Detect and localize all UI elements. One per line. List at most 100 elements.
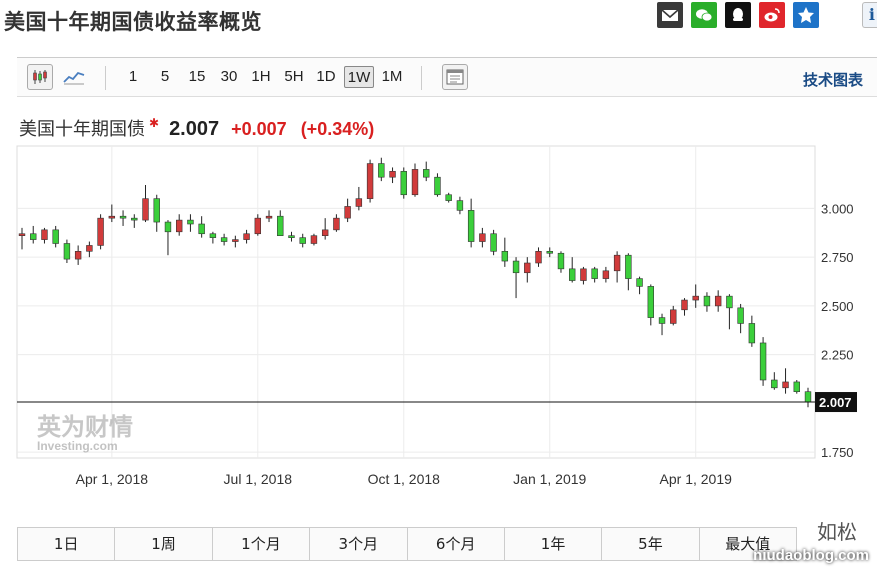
candle-body (288, 235, 295, 238)
line-chart-icon[interactable] (61, 64, 87, 90)
candle-body (591, 268, 598, 279)
weibo-icon[interactable] (759, 2, 785, 28)
mail-icon[interactable] (657, 2, 683, 28)
candle-body (243, 233, 250, 240)
candle-body (220, 237, 228, 242)
candle-body (299, 237, 306, 244)
candle-body (703, 295, 711, 307)
timeframe-1w[interactable]: 1W (344, 66, 374, 88)
watermark-site: niudaoblog.com (753, 547, 869, 564)
candle-body (265, 215, 273, 219)
timeframe-15[interactable]: 15 (185, 66, 209, 88)
wechat-icon[interactable] (691, 2, 717, 28)
timeframe-5[interactable]: 5 (157, 66, 173, 88)
candle-body (580, 268, 587, 281)
tech-chart-link[interactable]: 技术图表 (803, 69, 863, 90)
candle-body (793, 381, 800, 392)
period-1m[interactable]: 1个月 (212, 528, 311, 560)
candle-body (490, 233, 497, 252)
candle-body (119, 215, 127, 219)
x-tick-label: Jul 1, 2018 (224, 471, 293, 487)
candle-body (378, 163, 385, 178)
candle-body (164, 221, 172, 233)
x-tick-label: Apr 1, 2019 (660, 471, 733, 487)
toolbar-divider (421, 66, 422, 90)
candle-body (142, 198, 149, 221)
candle-body (602, 270, 610, 279)
candle-body (467, 210, 475, 242)
timeframe-1[interactable]: 1 (125, 66, 141, 88)
candle-body (108, 215, 116, 219)
candle-body (759, 342, 767, 381)
timeframe-5h[interactable]: 5H (281, 66, 307, 88)
period-selector: 1日 1周 1个月 3个月 6个月 1年 5年 最大值 (17, 527, 797, 561)
candle-body (41, 229, 48, 240)
candle-body (18, 233, 26, 237)
candle-body (771, 379, 778, 389)
candle-body (400, 171, 407, 196)
timeframe-30[interactable]: 30 (217, 66, 241, 88)
candle-body (232, 239, 239, 242)
candlestick-chart[interactable]: 3.000 2.750 2.500 2.250 1.750 Apr 1, 2018 Jul … (0, 140, 877, 500)
candle-body (344, 206, 351, 219)
candle-body (310, 235, 318, 244)
watermark-author: 如松 (817, 520, 857, 544)
candle-body (423, 169, 430, 178)
period-1d[interactable]: 1日 (18, 528, 116, 560)
price-change-percent: (+0.34%) (300, 119, 375, 139)
quote-line: 美国十年期国债 ✱ 2.007 +0.007 (+0.34%) (19, 115, 375, 141)
candle-body (254, 217, 261, 235)
timeframe-1h[interactable]: 1H (249, 66, 273, 88)
candle-body (176, 219, 183, 233)
chart-watermark-sub: Investing.com (37, 439, 118, 453)
timeframe-1m[interactable]: 1M (379, 66, 405, 88)
chart-settings-icon[interactable] (442, 64, 468, 90)
candle-body (714, 295, 722, 307)
candle-body (748, 323, 756, 344)
y-tick-label: 2.750 (821, 250, 854, 265)
price-change: +0.007 (231, 119, 287, 139)
timeframe-1d[interactable]: 1D (313, 66, 339, 88)
instrument-name[interactable]: 美国十年期国债 (19, 115, 145, 141)
candle-body (557, 252, 565, 270)
period-1w[interactable]: 1周 (115, 528, 213, 560)
candle-body (411, 169, 419, 196)
candlestick-icon[interactable] (27, 64, 53, 90)
candle-body (512, 260, 520, 274)
candle-body (333, 217, 340, 231)
qzone-icon[interactable] (793, 2, 819, 28)
candle-body (670, 309, 677, 324)
page-title: 美国十年期国债收益率概览 (4, 10, 262, 34)
candle-body (692, 295, 699, 301)
candle-body (726, 295, 733, 309)
chart-watermark-brand: 英为财情 (37, 413, 133, 441)
share-bar (657, 2, 819, 28)
candle-body (86, 245, 93, 252)
candle-body (97, 217, 104, 246)
candle-body (647, 286, 655, 318)
candle-body (389, 171, 396, 178)
candle-body (681, 299, 688, 311)
x-tick-label: Jan 1, 2019 (513, 471, 586, 487)
qq-icon[interactable] (725, 2, 751, 28)
x-tick-label: Apr 1, 2018 (76, 471, 149, 487)
y-tick-label: 2.500 (821, 299, 854, 314)
candle-body (366, 163, 374, 199)
candle-body (355, 198, 363, 207)
period-3m[interactable]: 3个月 (310, 528, 408, 560)
y-tick-label: 3.000 (821, 201, 854, 216)
candle-body (209, 233, 217, 238)
last-price: 2.007 (169, 118, 220, 140)
last-price-label: 2.007 (819, 395, 852, 410)
chart-toolbar: 1 5 15 30 1H 5H 1D 1W 1M 技术图表 (17, 57, 877, 97)
candle-body (456, 200, 464, 211)
period-5y[interactable]: 5年 (602, 528, 700, 560)
info-icon[interactable]: i (862, 2, 877, 28)
candle-body (131, 217, 138, 221)
candle-body (625, 254, 632, 279)
candle-body (187, 219, 194, 225)
period-6m[interactable]: 6个月 (407, 528, 505, 560)
period-1y[interactable]: 1年 (504, 528, 603, 560)
candle-body (277, 215, 284, 236)
y-tick-label: 2.250 (821, 348, 854, 363)
